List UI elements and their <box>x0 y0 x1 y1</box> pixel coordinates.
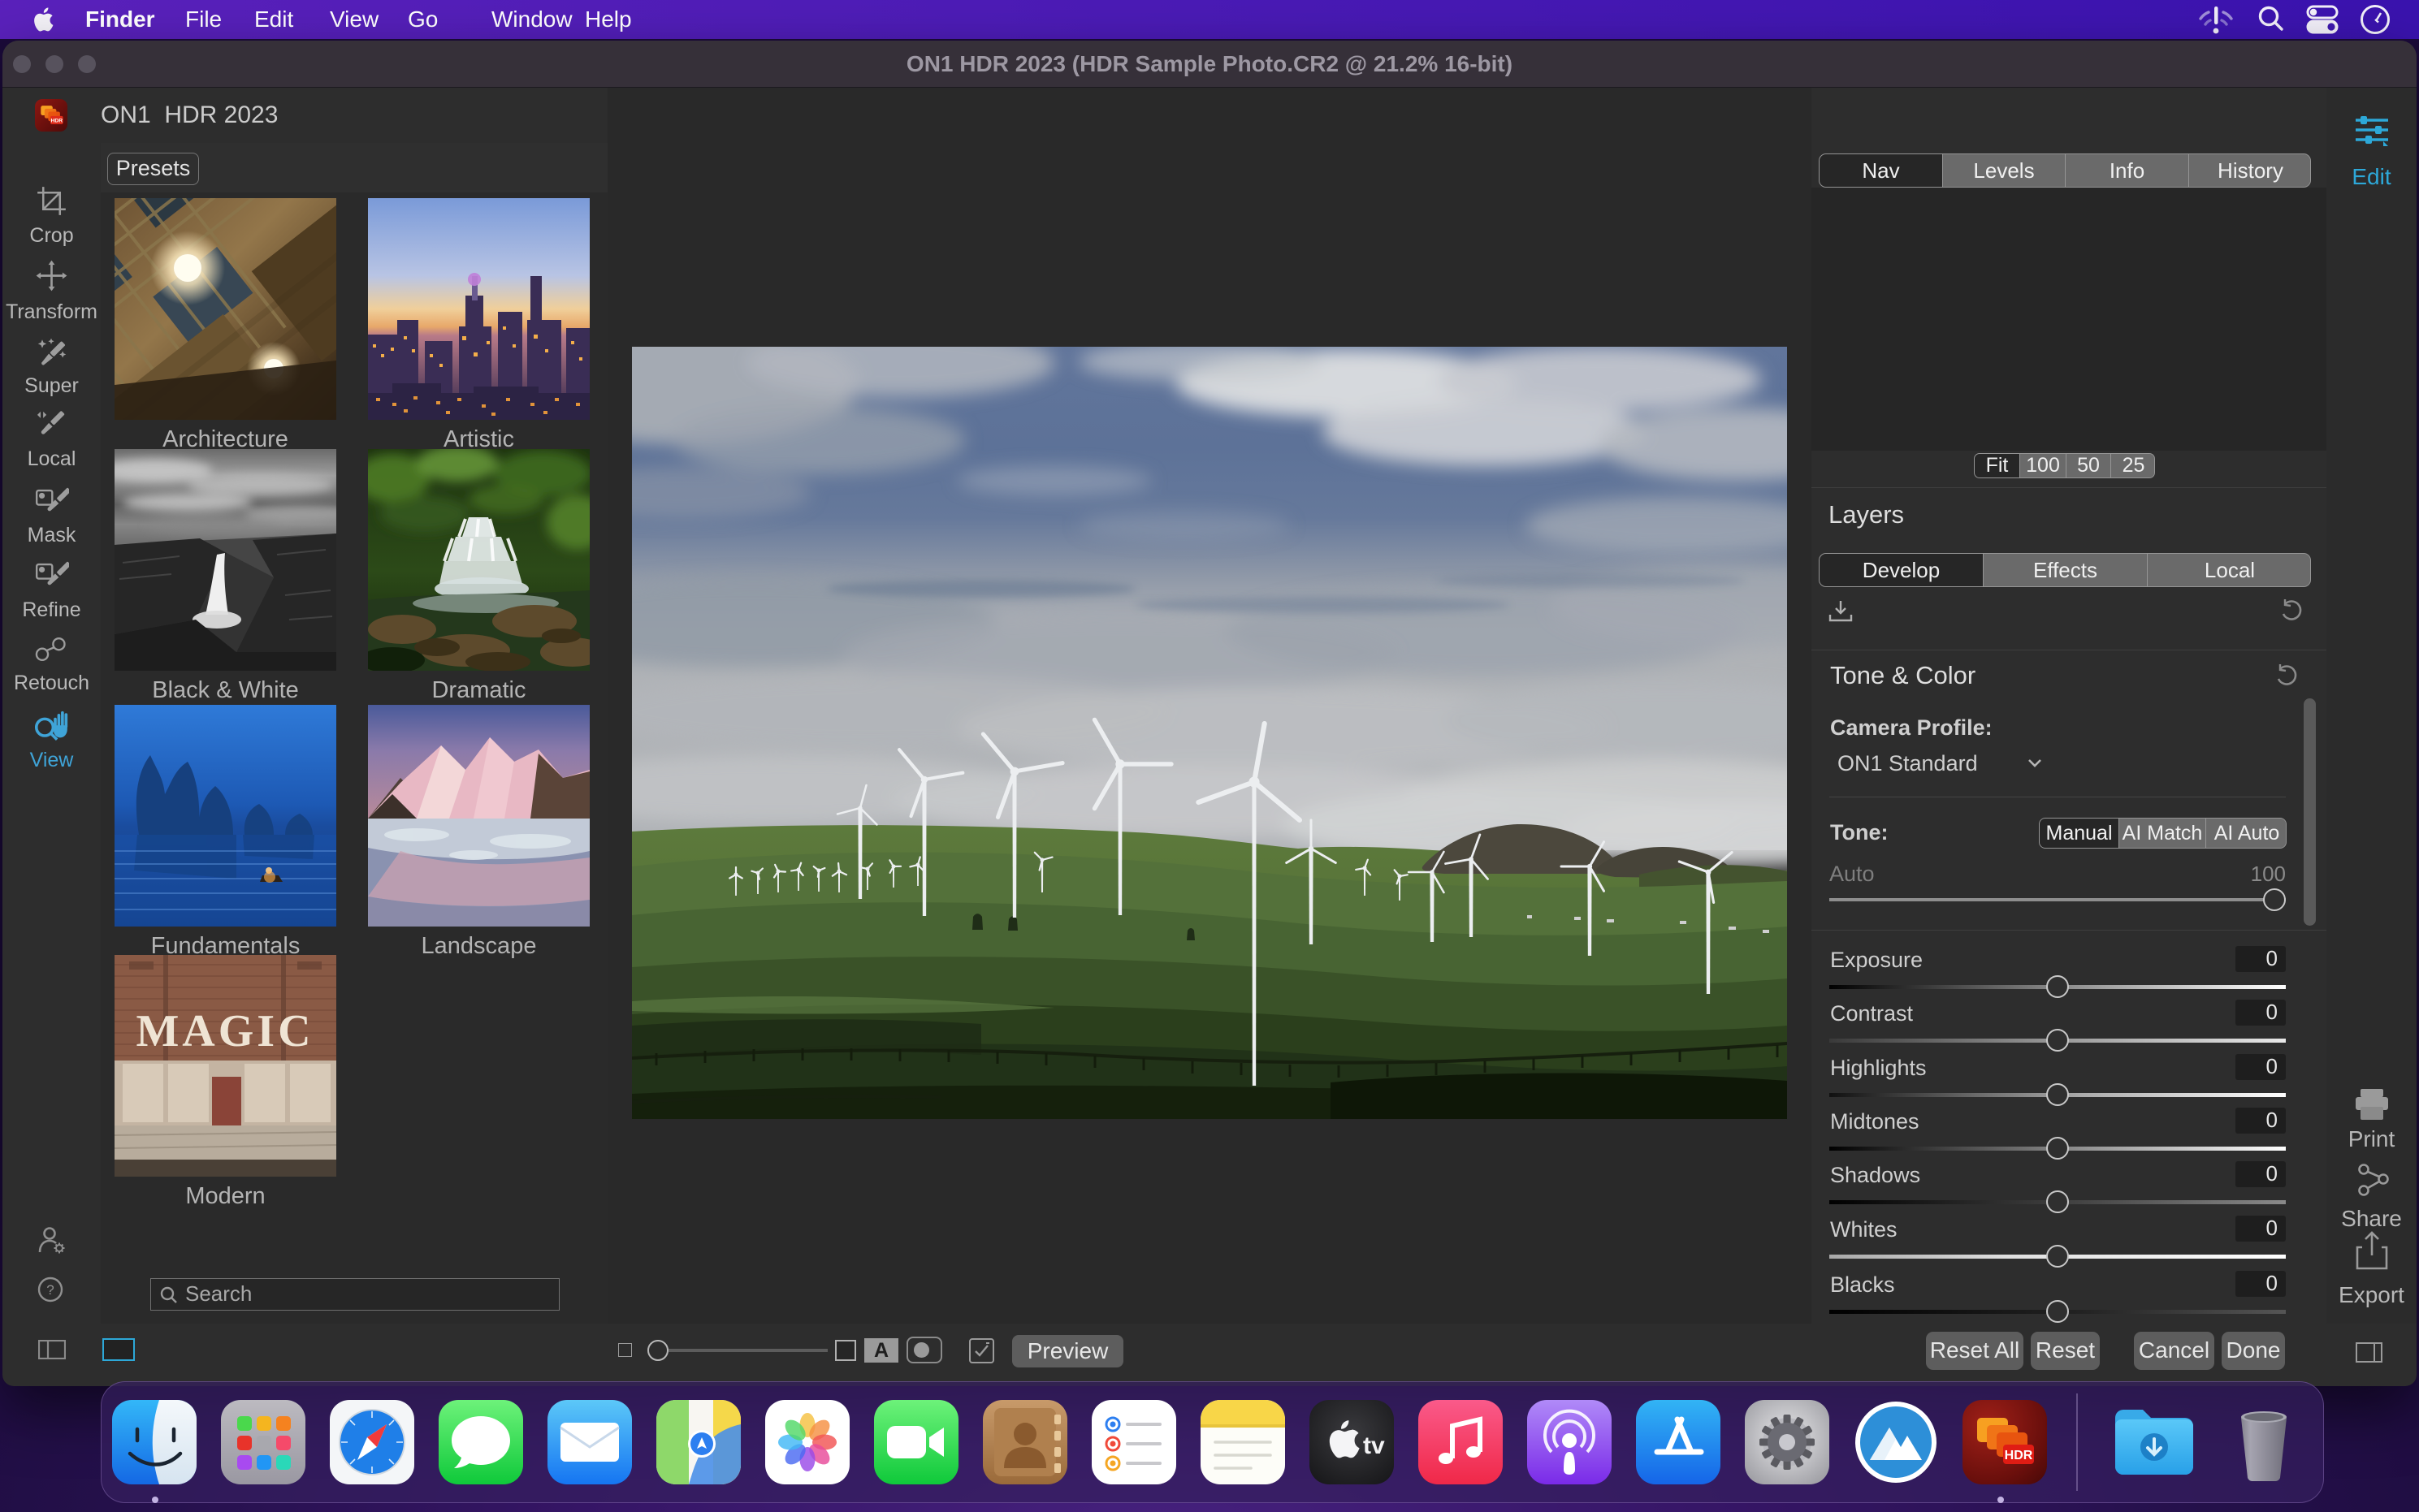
svg-text:?: ? <box>46 1282 54 1298</box>
svg-text:HDR: HDR <box>51 119 63 124</box>
svg-text:tv: tv <box>1363 1432 1385 1459</box>
svg-text:MAGIC: MAGIC <box>136 1006 314 1056</box>
svg-text:HDR: HDR <box>2005 1449 2033 1462</box>
